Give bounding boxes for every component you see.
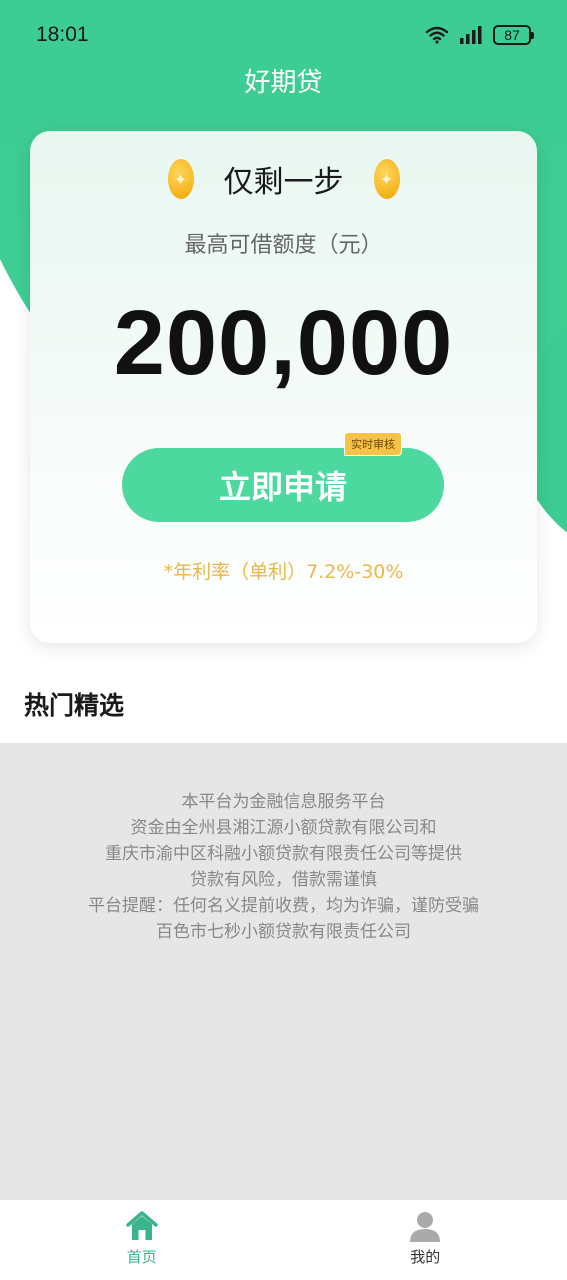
tab-home[interactable]: 首页 [0, 1200, 284, 1280]
coin-icon: ✦ [373, 159, 400, 199]
bottom-tabbar: 首页 我的 [0, 1200, 567, 1280]
status-bar: 18:01 87 [0, 0, 567, 70]
disclaimer-line: 百色市七秒小额贷款有限责任公司 [156, 922, 411, 942]
disclaimer-line: 资金由全州县湘江源小额贷款有限公司和 [130, 818, 437, 838]
app-title: 好期贷 [244, 68, 323, 98]
credit-amount: 200,000 [113, 292, 454, 394]
signal-icon [460, 26, 482, 44]
status-icons: 87 [425, 25, 534, 45]
screen: 18:01 87 好期贷 ✦ 仅剩一步 ✦ 最高可借额度（元） 200,000 … [0, 0, 567, 1280]
interest-rate-text: *年利率（单利）7.2%-30% [163, 561, 404, 583]
battery-icon: 87 [493, 25, 534, 45]
disclaimer-line: 本平台为金融信息服务平台 [181, 792, 386, 812]
wifi-icon [425, 26, 449, 44]
loan-card: ✦ 仅剩一步 ✦ 最高可借额度（元） 200,000 立即申请 实时审核 *年利… [30, 131, 537, 643]
section-title: 热门精选 [24, 691, 125, 720]
disclaimer-line: 平台提醒：任何名义提前收费，均为诈骗，谨防受骗 [88, 896, 479, 916]
disclaimer-area: 本平台为金融信息服务平台 资金由全州县湘江源小额贷款有限公司和 重庆市渝中区科融… [0, 743, 567, 1200]
tab-mine[interactable]: 我的 [284, 1200, 567, 1280]
step-row: ✦ 仅剩一步 ✦ [30, 157, 537, 201]
disclaimer-line: 贷款有风险，借款需谨慎 [190, 870, 377, 890]
user-icon [410, 1212, 441, 1242]
home-icon [126, 1211, 158, 1240]
amount-label: 最高可借额度（元） [184, 233, 383, 258]
disclaimer-line: 重庆市渝中区科融小额贷款有限责任公司等提供 [105, 844, 462, 864]
step-text: 仅剩一步 [223, 165, 344, 200]
coin-icon: ✦ [167, 159, 194, 199]
realtime-review-badge: 实时审核 [344, 432, 402, 456]
tab-home-label: 首页 [126, 1248, 157, 1266]
apply-button[interactable]: 立即申请 [122, 448, 444, 522]
status-time: 18:01 [36, 23, 89, 46]
tab-mine-label: 我的 [410, 1248, 441, 1266]
